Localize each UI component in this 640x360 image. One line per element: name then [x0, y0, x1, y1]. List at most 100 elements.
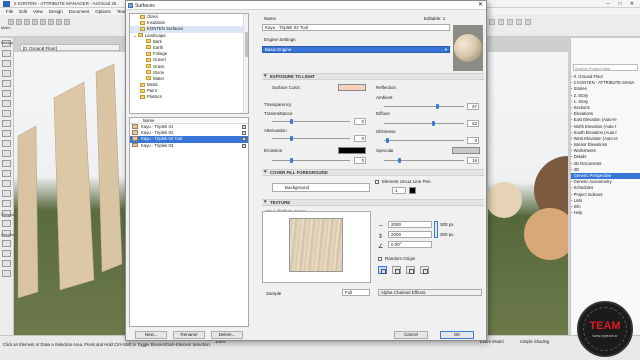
cancel-button[interactable]: Cancel: [394, 331, 428, 339]
random-origin-checkbox[interactable]: [378, 257, 382, 261]
close-icon[interactable]: ✕: [478, 1, 483, 8]
uncut-line-pen-checkbox[interactable]: [375, 180, 379, 184]
item-options-icon[interactable]: [242, 143, 246, 148]
slider-knob[interactable]: [290, 136, 293, 141]
item-options-icon[interactable]: [242, 131, 246, 136]
morph-tool-icon[interactable]: [2, 190, 11, 197]
delete-button[interactable]: Delete...: [211, 331, 243, 339]
tree-scrollbar[interactable]: [243, 14, 248, 113]
mesh-tool-icon[interactable]: [2, 180, 11, 187]
engine-select[interactable]: Basic Engine ▾: [262, 46, 450, 53]
surface-item[interactable]: Kayu - Triplek 03: [130, 142, 248, 149]
menu-design[interactable]: Design: [46, 8, 66, 15]
roof-tool-icon[interactable]: [2, 100, 11, 107]
close-window-icon[interactable]: ✕: [626, 0, 638, 8]
slider-knob[interactable]: [386, 138, 389, 143]
texture-height-field[interactable]: 2000: [388, 231, 432, 238]
specular-color-swatch[interactable]: [452, 147, 480, 154]
transmittance-value[interactable]: 0: [354, 118, 366, 125]
menu-view[interactable]: View: [30, 8, 46, 15]
slider-knob[interactable]: [290, 119, 293, 124]
elevation-tool-icon[interactable]: [2, 220, 11, 227]
cover-fill-pattern-select[interactable]: Background: [272, 183, 370, 192]
print-icon[interactable]: [32, 19, 38, 25]
ambient-slider[interactable]: [384, 104, 464, 109]
cut-icon[interactable]: [56, 19, 62, 25]
minimize-icon[interactable]: –: [602, 0, 614, 8]
sample-select[interactable]: Full: [342, 289, 370, 296]
pan-icon[interactable]: [507, 19, 513, 25]
object-tool-icon[interactable]: [2, 160, 11, 167]
slab-tool-icon[interactable]: [2, 90, 11, 97]
door-tool-icon[interactable]: [2, 140, 11, 147]
diffuse-slider[interactable]: [384, 121, 464, 126]
emission-slider[interactable]: [272, 158, 350, 163]
attenuation-value[interactable]: 0: [354, 135, 366, 142]
nav-item[interactable]: Help: [571, 210, 640, 216]
emission-value[interactable]: 0: [354, 157, 366, 164]
column-tool-icon[interactable]: [2, 70, 11, 77]
attenuation-slider[interactable]: [272, 136, 350, 141]
shell-tool-icon[interactable]: [2, 110, 11, 117]
slider-knob[interactable]: [398, 158, 401, 163]
redo-icon[interactable]: [48, 19, 54, 25]
emission-color-swatch[interactable]: [338, 147, 366, 154]
layers-icon[interactable]: [525, 19, 531, 25]
section-texture[interactable]: TEXTURE: [262, 199, 484, 206]
alpha-channel-effects-button[interactable]: Alpha Channel Effects: [378, 289, 482, 296]
open-file-icon[interactable]: [16, 19, 22, 25]
specular-slider[interactable]: [384, 158, 464, 163]
ok-button[interactable]: OK: [440, 331, 474, 339]
menu-edit[interactable]: Edit: [16, 8, 30, 15]
transmittance-slider[interactable]: [272, 119, 350, 124]
menu-document[interactable]: Document: [66, 8, 93, 15]
mirror-xy-icon[interactable]: [420, 266, 429, 274]
text-tool-icon[interactable]: [2, 240, 11, 247]
item-options-icon[interactable]: [242, 137, 246, 142]
curtain-wall-tool-icon[interactable]: [2, 200, 11, 207]
wall-tool-icon[interactable]: [2, 60, 11, 67]
mirror-x-icon[interactable]: [392, 266, 401, 274]
undo-icon[interactable]: [40, 19, 46, 25]
beam-tool-icon[interactable]: [2, 80, 11, 87]
marquee-tool-icon[interactable]: [2, 50, 11, 57]
section-cover-fill[interactable]: COVER FILL FOREGROUND: [262, 169, 484, 176]
item-options-icon[interactable]: [242, 125, 246, 129]
menu-file[interactable]: File: [3, 8, 16, 15]
pen-color-swatch[interactable]: [409, 187, 416, 194]
zone-tool-icon[interactable]: [2, 170, 11, 177]
link-proportions-icon[interactable]: [434, 221, 438, 238]
mirror-y-icon[interactable]: [406, 266, 415, 274]
navigator-search-input[interactable]: Search Project Map: [573, 64, 638, 71]
3d-viewport[interactable]: [14, 52, 126, 335]
shading-option[interactable]: Simple Shading: [520, 339, 549, 344]
zoom-out-icon[interactable]: [489, 19, 495, 25]
view-tab[interactable]: [0. Ground Floor]: [20, 44, 120, 51]
ambient-value[interactable]: 67: [467, 103, 479, 110]
label-tool-icon[interactable]: [2, 250, 11, 257]
orbit-icon[interactable]: [498, 19, 504, 25]
tree-folder[interactable]: Plastics: [130, 94, 248, 100]
fill-tool-icon[interactable]: [2, 260, 11, 267]
scroll-thumb[interactable]: [245, 32, 248, 57]
slider-knob[interactable]: [432, 121, 435, 126]
window-tool-icon[interactable]: [2, 150, 11, 157]
tile-mode-icon[interactable]: [378, 266, 387, 274]
surface-name-field[interactable]: Kayu - Triplek 02 Tool: [262, 24, 450, 31]
save-icon[interactable]: [24, 19, 30, 25]
fit-window-icon[interactable]: [516, 19, 522, 25]
specular-value[interactable]: 16: [467, 157, 479, 164]
slider-knob[interactable]: [290, 158, 293, 163]
surface-color-swatch[interactable]: [338, 84, 366, 91]
new-button[interactable]: New...: [135, 331, 167, 339]
rename-button[interactable]: Rename: [173, 331, 205, 339]
diffuse-value[interactable]: 62: [467, 120, 479, 127]
line-tool-icon[interactable]: [2, 270, 11, 277]
stair-tool-icon[interactable]: [2, 120, 11, 127]
shininess-slider[interactable]: [384, 138, 464, 143]
texture-angle-field[interactable]: 0.00°: [388, 241, 432, 248]
maximize-icon[interactable]: □: [614, 0, 626, 8]
menu-options[interactable]: Options: [92, 8, 114, 15]
slider-knob[interactable]: [436, 104, 439, 109]
texture-width-field[interactable]: 2000: [388, 221, 432, 228]
